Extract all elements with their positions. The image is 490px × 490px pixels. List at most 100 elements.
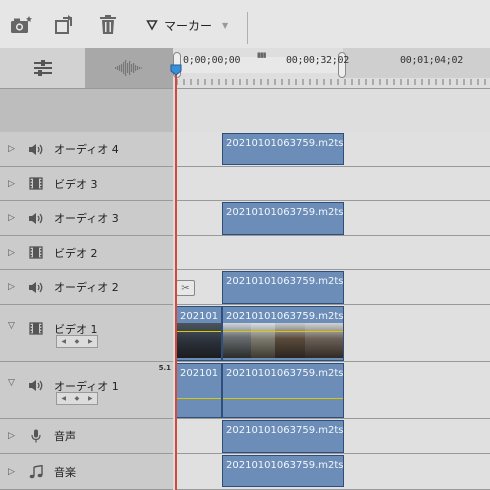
channel-badge: 5.1: [158, 364, 171, 372]
tab-audio-waveform[interactable]: [85, 48, 173, 88]
microphone-icon[interactable]: [28, 429, 44, 443]
delete-button[interactable]: [95, 12, 121, 38]
clip-label: 20210101063759.m2ts: [226, 460, 344, 471]
track-name: ビデオ 3: [54, 177, 98, 191]
video-thumbnail: [223, 323, 251, 358]
next-keyframe-icon[interactable]: ▶: [88, 338, 93, 345]
chevron-down-icon: ▼: [222, 20, 229, 30]
next-keyframe-icon[interactable]: ▶: [88, 395, 93, 402]
timecode-end: 00;01;04;02: [400, 55, 463, 66]
expand-arrow-icon[interactable]: ▷: [8, 144, 15, 154]
clip[interactable]: 20210101063759.m2ts: [222, 420, 344, 453]
tab-track-settings[interactable]: [0, 48, 85, 88]
clip[interactable]: 20210101063759.m2ts: [222, 202, 344, 235]
track-lane-voice[interactable]: 20210101063759.m2ts: [176, 419, 490, 454]
speaker-icon[interactable]: [28, 378, 44, 392]
camera-snapshot-button[interactable]: [8, 12, 34, 38]
film-icon[interactable]: [28, 246, 44, 260]
track-lane-audio4[interactable]: 20210101063759.m2ts: [176, 132, 490, 167]
expand-arrow-icon[interactable]: ▷: [8, 431, 15, 441]
add-keyframe-icon[interactable]: ◆: [75, 338, 80, 345]
track-header-audio4[interactable]: ▷ オーディオ 4: [0, 132, 173, 167]
clip[interactable]: 202101: [176, 363, 222, 418]
clip-label: 202101: [180, 368, 219, 379]
speaker-icon[interactable]: [28, 142, 44, 156]
speaker-icon[interactable]: [28, 211, 44, 225]
film-icon[interactable]: [28, 177, 44, 191]
track-name: ビデオ 2: [54, 246, 98, 260]
track-settings-icon: [33, 60, 52, 76]
track-lane-audio3[interactable]: 20210101063759.m2ts: [176, 201, 490, 236]
track-lane-video2[interactable]: [176, 236, 490, 270]
clip[interactable]: 20210101063759.m2ts: [222, 363, 344, 418]
track-header-spacer: [0, 88, 173, 132]
video-thumbnail: [275, 323, 305, 358]
waveform-icon: [115, 60, 143, 76]
scissors-icon[interactable]: ✂: [176, 280, 195, 296]
opacity-line[interactable]: [177, 331, 221, 332]
expand-arrow-icon[interactable]: ▷: [8, 248, 15, 258]
video-thumbnail: [251, 323, 275, 358]
music-note-icon[interactable]: [28, 464, 44, 479]
add-keyframe-icon[interactable]: ◆: [75, 395, 80, 402]
toolbar: マーカー ▼: [0, 0, 490, 48]
expand-arrow-icon[interactable]: ▷: [8, 213, 15, 223]
track-name: オーディオ 3: [54, 212, 119, 225]
ruler-ticks: [176, 79, 486, 85]
marker-dropdown[interactable]: マーカー ▼: [146, 14, 228, 36]
opacity-line[interactable]: [223, 331, 343, 332]
track-lane-audio2[interactable]: 20210101063759.m2ts: [176, 270, 490, 305]
track-header-audio1[interactable]: ▽ オーディオ 1 5.1 ◀ ◆ ▶: [0, 362, 173, 419]
speaker-icon[interactable]: [28, 280, 44, 294]
timecode-start: 0;00;00;00: [183, 55, 241, 66]
ruler-grip[interactable]: ▮▮▮: [257, 51, 267, 59]
expand-arrow-icon[interactable]: ▷: [8, 179, 15, 189]
keyframe-navigator[interactable]: ◀ ◆ ▶: [56, 335, 98, 348]
prev-keyframe-icon[interactable]: ◀: [61, 338, 66, 345]
clip[interactable]: 20210101063759.m2ts: [222, 133, 344, 165]
keyframe-navigator[interactable]: ◀ ◆ ▶: [56, 392, 98, 405]
track-name: 音声: [54, 430, 76, 443]
track-name: オーディオ 2: [54, 281, 119, 294]
expand-arrow-icon[interactable]: ▷: [8, 467, 15, 477]
track-header-music[interactable]: ▷ 音楽: [0, 454, 173, 490]
video-thumbnail: [177, 323, 221, 358]
track-header-audio3[interactable]: ▷ オーディオ 3: [0, 201, 173, 236]
volume-line[interactable]: [223, 398, 343, 399]
clip-label: 20210101063759.m2ts: [226, 311, 344, 322]
track-lane-video1[interactable]: 202101 20210101063759.m2ts: [176, 305, 490, 362]
collapse-arrow-icon[interactable]: ▽: [8, 378, 15, 388]
collapse-arrow-icon[interactable]: ▽: [8, 321, 15, 331]
track-lane-music[interactable]: 20210101063759.m2ts: [176, 454, 490, 490]
track-name: オーディオ 4: [54, 143, 119, 156]
camera-icon: [11, 16, 32, 33]
track-header-video1[interactable]: ▽ ビデオ 1 ◀ ◆ ▶: [0, 305, 173, 362]
trash-icon: [100, 15, 116, 34]
expand-arrow-icon[interactable]: ▷: [8, 282, 15, 292]
track-header-voice[interactable]: ▷ 音声: [0, 419, 173, 454]
track-header-audio2[interactable]: ▷ オーディオ 2: [0, 270, 173, 305]
prev-keyframe-icon[interactable]: ◀: [61, 395, 66, 402]
toolbar-divider: [247, 12, 248, 44]
clip[interactable]: 20210101063759.m2ts: [222, 455, 344, 487]
playhead-handle[interactable]: [170, 64, 182, 76]
marker-label: マーカー: [164, 18, 213, 33]
clip[interactable]: 20210101063759.m2ts: [222, 271, 344, 304]
clip[interactable]: 20210101063759.m2ts: [222, 306, 344, 361]
timeline-spacer: [176, 88, 490, 132]
timecode-mid: 00;00;32;02: [286, 55, 349, 66]
volume-line[interactable]: [177, 398, 221, 399]
track-lane-video3[interactable]: [176, 167, 490, 201]
video-thumbnail: [305, 323, 343, 358]
film-icon[interactable]: [28, 321, 44, 335]
track-header-video3[interactable]: ▷ ビデオ 3: [0, 167, 173, 201]
track-header-video2[interactable]: ▷ ビデオ 2: [0, 236, 173, 270]
track-lane-audio1[interactable]: 202101 20210101063759.m2ts: [176, 362, 490, 419]
export-button[interactable]: [51, 12, 77, 38]
clip-label: 202101: [180, 311, 219, 322]
timeline-ruler[interactable]: ▮▮▮ 0;00;00;00 00;00;32;02 00;01;04;02: [173, 48, 490, 88]
export-icon: [55, 15, 72, 34]
playhead-line[interactable]: [175, 70, 177, 490]
clip[interactable]: 202101: [176, 306, 222, 361]
clip-label: 20210101063759.m2ts: [226, 138, 344, 149]
